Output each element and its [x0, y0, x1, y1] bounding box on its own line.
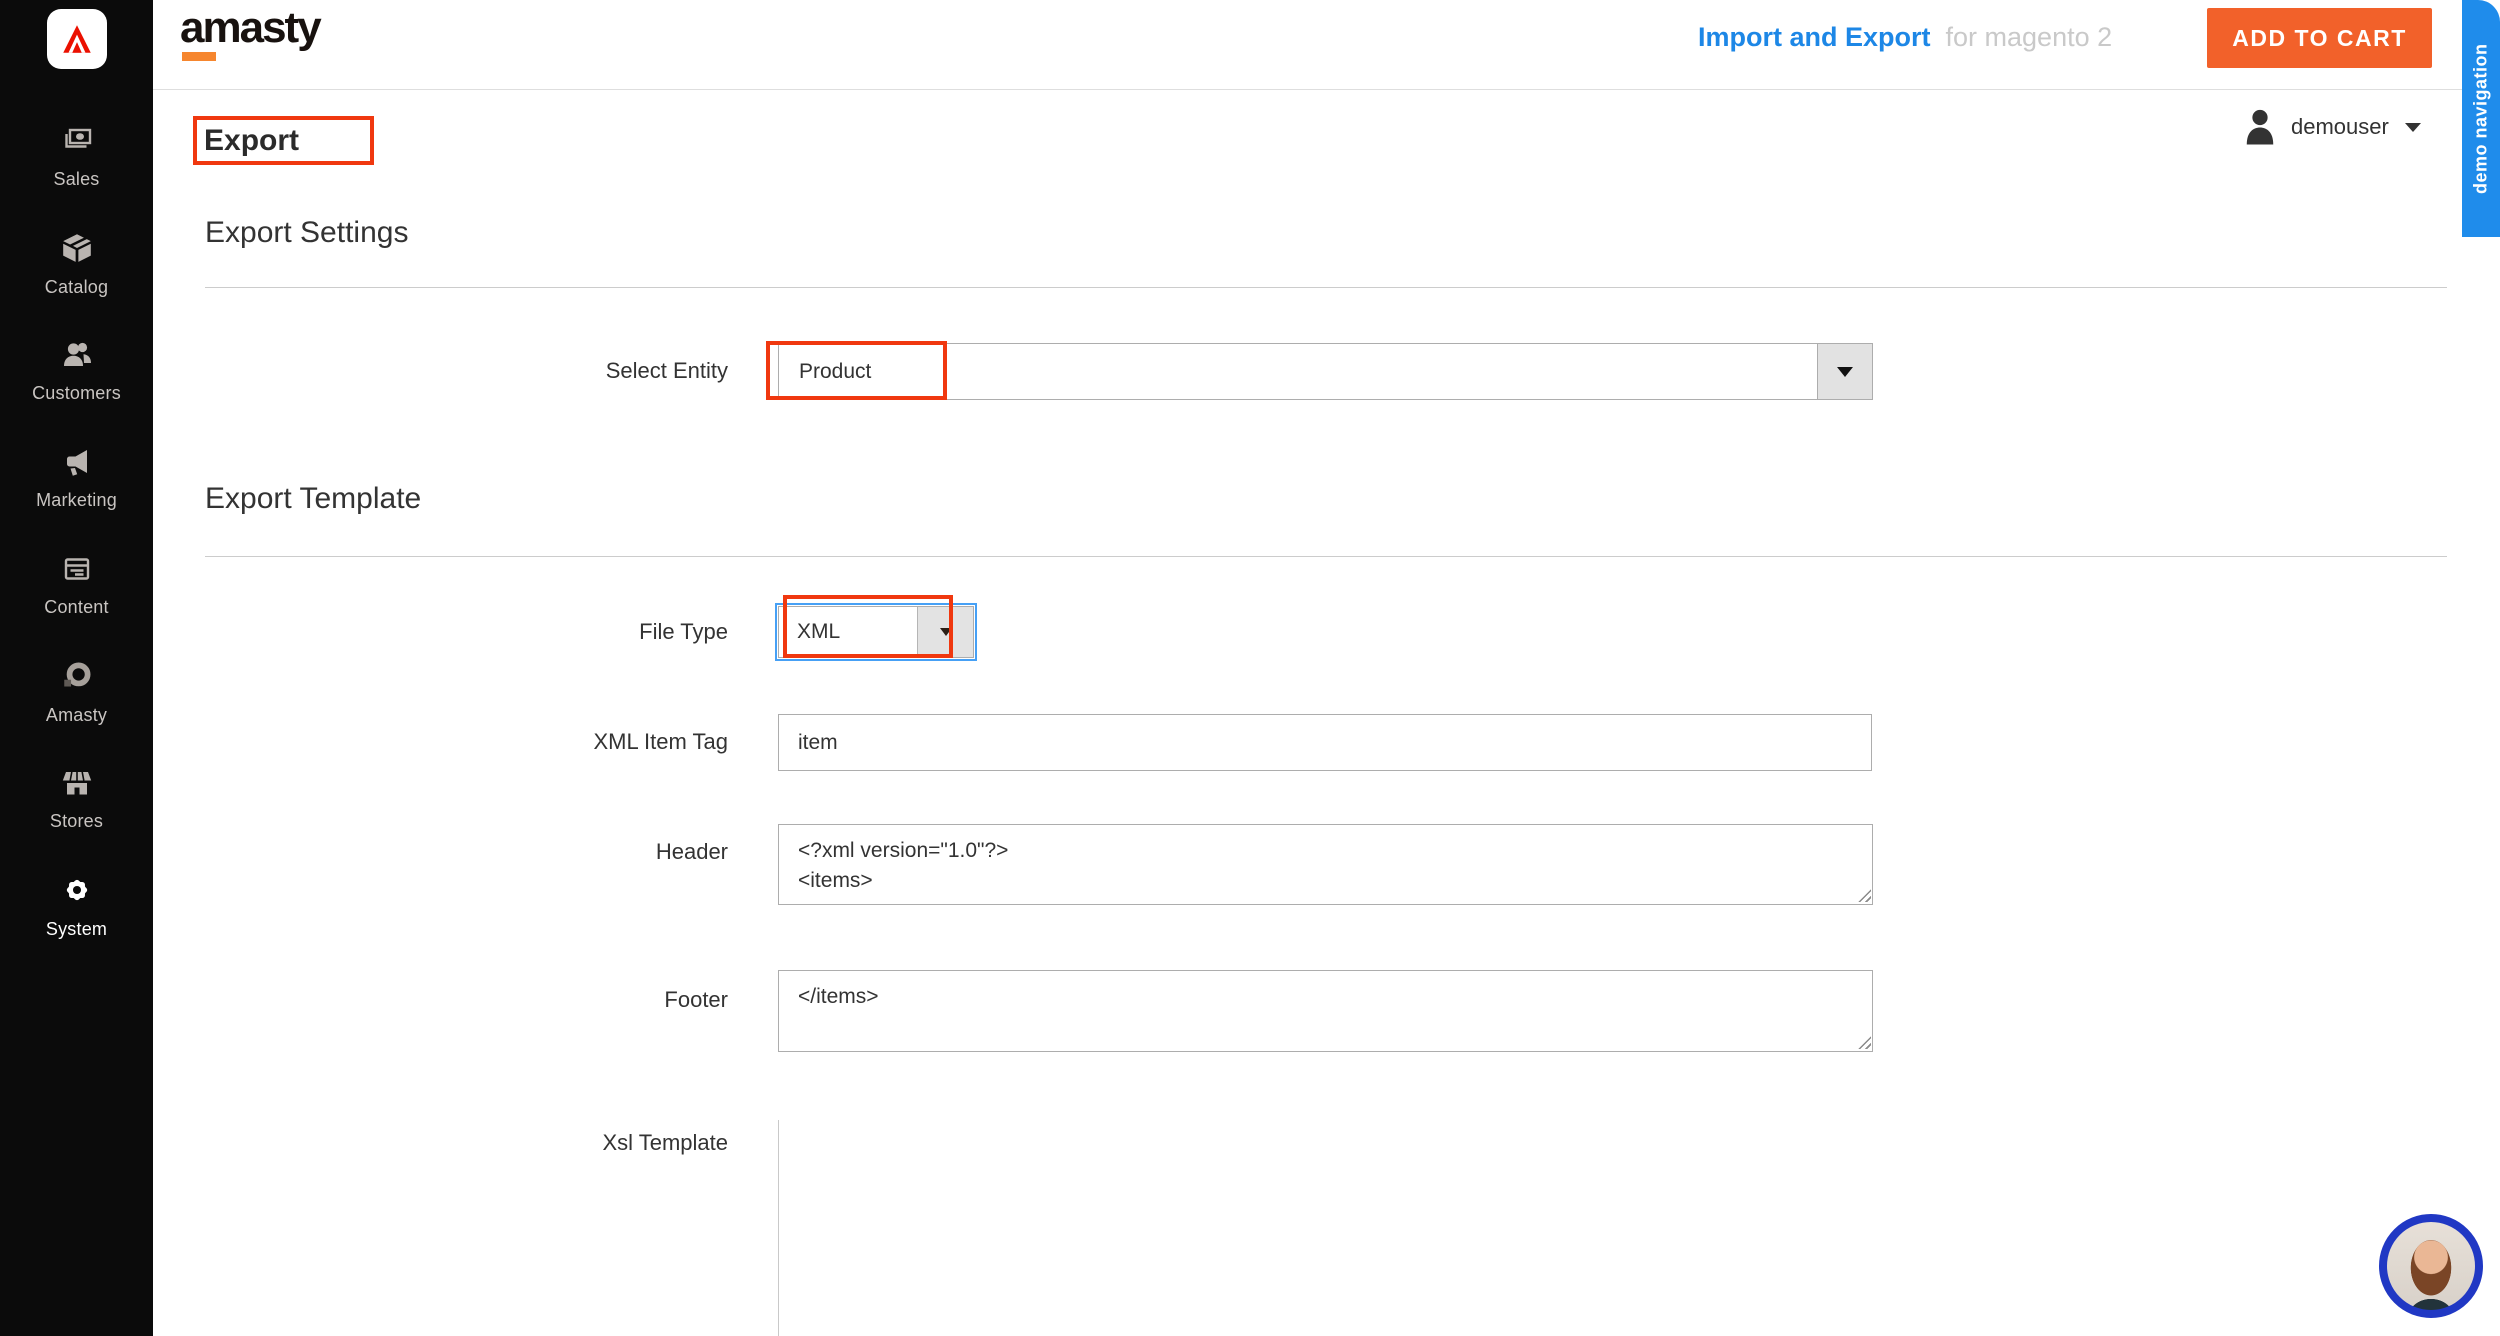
- catalog-icon: [60, 231, 94, 270]
- select-entity-dropdown[interactable]: Product: [778, 343, 1873, 400]
- field-label-footer: Footer: [380, 986, 728, 1014]
- section-heading-export-settings: Export Settings: [205, 216, 408, 250]
- amasty-logo[interactable]: amasty: [180, 6, 320, 61]
- user-name: demouser: [2291, 114, 2389, 140]
- textarea-resize-handle[interactable]: [1857, 1035, 1871, 1049]
- sidebar-item-catalog[interactable]: Catalog: [0, 211, 153, 318]
- user-menu[interactable]: demouser: [2245, 106, 2421, 148]
- amasty-logo-underline: [182, 52, 216, 61]
- adobe-a-icon: [57, 19, 97, 59]
- sidebar-menu: Sales Catalog Cu: [0, 104, 153, 960]
- chat-avatar[interactable]: [2379, 1214, 2483, 1318]
- file-type-dropdown[interactable]: XML: [778, 606, 974, 658]
- adobe-logo[interactable]: [47, 9, 107, 69]
- file-type-arrow-button[interactable]: [917, 607, 973, 657]
- stores-icon: [60, 767, 94, 804]
- marketing-icon: [60, 446, 94, 483]
- section-divider: [205, 556, 2447, 557]
- add-to-cart-button[interactable]: ADD TO CART: [2207, 8, 2432, 68]
- field-label-xml-item-tag: XML Item Tag: [380, 728, 728, 756]
- amasty-icon: [59, 659, 95, 698]
- xsl-template-editor[interactable]: [778, 1120, 1873, 1336]
- textarea-resize-handle[interactable]: [1857, 888, 1871, 902]
- field-label-xsl-template: Xsl Template: [380, 1129, 728, 1157]
- sidebar-item-customers[interactable]: Customers: [0, 318, 153, 425]
- xml-item-tag-input[interactable]: [778, 714, 1872, 771]
- top-header: amasty Import and Export for magento 2 A…: [153, 0, 2500, 90]
- content-icon: [60, 553, 94, 590]
- page-content: Export demouser Export Settings Select E…: [153, 91, 2500, 1336]
- file-type-value: XML: [797, 607, 840, 657]
- select-entity-arrow-button[interactable]: [1817, 344, 1872, 399]
- sidebar-item-label: System: [46, 919, 107, 940]
- sidebar-item-stores[interactable]: Stores: [0, 746, 153, 853]
- customers-icon: [59, 339, 95, 376]
- product-headline: Import and Export for magento 2: [1698, 22, 2112, 53]
- sidebar-item-sales[interactable]: Sales: [0, 104, 153, 211]
- header-textarea[interactable]: <?xml version="1.0"?> <items>: [778, 824, 1873, 905]
- field-label-select-entity: Select Entity: [380, 357, 728, 385]
- chevron-down-icon: [1837, 367, 1853, 377]
- sales-icon: [60, 125, 94, 162]
- page-title-box: Export: [195, 117, 374, 164]
- sidebar-item-label: Stores: [50, 811, 103, 832]
- demo-navigation-tab[interactable]: demo navigation: [2462, 0, 2500, 237]
- admin-sidebar: Sales Catalog Cu: [0, 0, 153, 1336]
- select-entity-value: Product: [799, 344, 871, 399]
- section-heading-export-template: Export Template: [205, 482, 421, 516]
- sidebar-item-label: Amasty: [46, 705, 107, 726]
- field-label-file-type: File Type: [380, 618, 728, 646]
- chevron-down-icon: [940, 628, 952, 636]
- section-divider: [205, 287, 2447, 288]
- sidebar-item-label: Marketing: [36, 490, 117, 511]
- sidebar-item-amasty[interactable]: Amasty: [0, 639, 153, 746]
- system-gear-icon: [60, 873, 94, 912]
- product-suffix: for magento 2: [1946, 22, 2113, 53]
- field-label-header: Header: [380, 838, 728, 866]
- sidebar-item-content[interactable]: Content: [0, 532, 153, 639]
- sidebar-item-label: Catalog: [45, 277, 108, 298]
- sidebar-item-label: Customers: [32, 383, 121, 404]
- product-name-link[interactable]: Import and Export: [1698, 22, 1931, 53]
- chevron-down-icon: [2405, 123, 2421, 132]
- sidebar-item-system[interactable]: System: [0, 853, 153, 960]
- page-title: Export: [204, 124, 299, 158]
- footer-textarea[interactable]: </items>: [778, 970, 1873, 1052]
- amasty-logo-text: amasty: [180, 3, 320, 52]
- user-icon: [2245, 109, 2275, 145]
- sidebar-item-marketing[interactable]: Marketing: [0, 425, 153, 532]
- sidebar-item-label: Sales: [53, 169, 99, 190]
- sidebar-item-label: Content: [44, 597, 108, 618]
